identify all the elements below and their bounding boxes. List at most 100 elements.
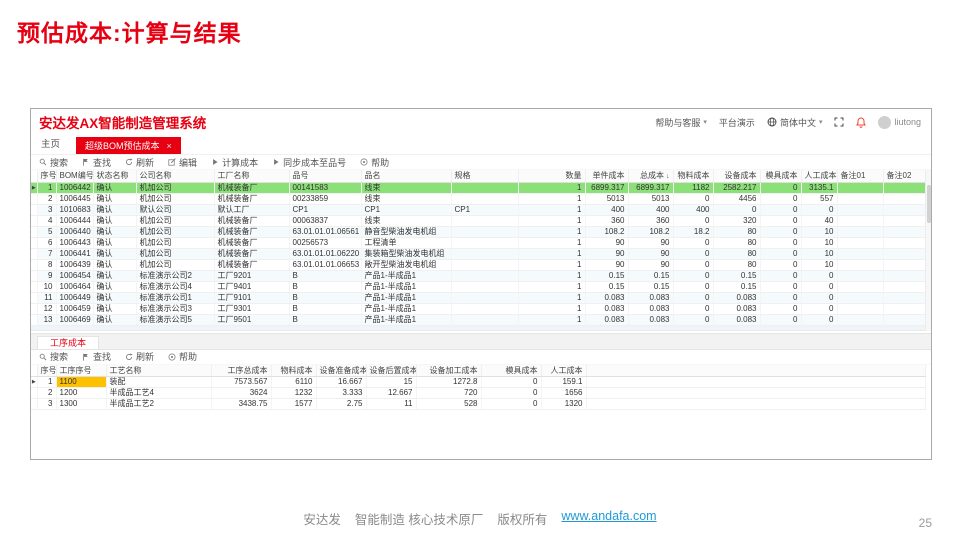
table-row[interactable]: 21006445确认机加公司机械装备厂00233859线束15013501304… [31,193,925,204]
cell[interactable] [883,204,925,215]
cell[interactable] [451,237,518,248]
cell[interactable]: 1010683 [56,204,93,215]
cell[interactable]: 63.01.01.01.06220 [289,248,361,259]
fullscreen-button[interactable] [834,117,844,127]
column-header[interactable]: 规格 [451,170,518,182]
cell[interactable]: 确认 [93,270,136,281]
cell[interactable]: 确认 [93,182,136,193]
cell[interactable]: 1 [518,292,585,303]
cell[interactable]: 0.083 [585,292,628,303]
cell[interactable]: 0.083 [713,292,760,303]
cell[interactable]: 400 [585,204,628,215]
cell[interactable]: 0 [760,281,801,292]
platform-demo-link[interactable]: 平台演示 [719,116,755,129]
cell[interactable]: 敞开型柴油发电机组 [361,259,451,270]
cell[interactable]: 1006442 [56,182,93,193]
cell[interactable]: 90 [628,259,673,270]
cell[interactable]: 0 [760,182,801,193]
cell[interactable]: 9 [37,270,56,281]
vertical-scrollbar[interactable] [925,170,931,331]
column-header[interactable]: 模具成本 [481,365,541,377]
cell[interactable] [451,281,518,292]
cell[interactable]: 工厂9401 [214,281,289,292]
table-row[interactable]: 31010683确认默认公司默认工厂CP1CP1CP11400400400000 [31,204,925,215]
cell[interactable]: 11 [37,292,56,303]
cell[interactable]: 1006449 [56,292,93,303]
cell[interactable]: 18.2 [673,226,713,237]
column-header[interactable]: 总成本 ↓ [628,170,673,182]
cell[interactable]: 0.15 [713,270,760,281]
cell[interactable]: 10 [801,259,837,270]
cell[interactable]: 1006459 [56,303,93,314]
cell[interactable]: 7573.567 [211,377,271,388]
cell[interactable]: 40 [801,215,837,226]
column-header[interactable]: 品名 [361,170,451,182]
cell[interactable] [451,303,518,314]
toolbar-button[interactable]: 刷新 [125,156,154,169]
cell[interactable]: 1 [37,377,56,388]
cell[interactable]: 10 [801,237,837,248]
cell[interactable]: 确认 [93,215,136,226]
cell[interactable]: 00233859 [289,193,361,204]
cell[interactable]: 720 [416,388,481,399]
cell[interactable]: 1 [518,226,585,237]
cell[interactable]: 确认 [93,292,136,303]
cell[interactable] [837,292,883,303]
cell[interactable]: 1006444 [56,215,93,226]
cell[interactable] [837,303,883,314]
table-row[interactable]: ▶11100装配7573.567611016.667151272.80159.1 [31,377,925,388]
column-header[interactable]: 设备准备成本 [316,365,366,377]
cell[interactable]: 0.15 [628,281,673,292]
column-header[interactable]: 物料成本 [673,170,713,182]
cell[interactable]: 0 [760,237,801,248]
help-menu[interactable]: 帮助与客服 ▾ [655,116,707,129]
cell[interactable]: B [289,270,361,281]
column-header[interactable]: 序号 [37,170,56,182]
cell[interactable]: 确认 [93,303,136,314]
toolbar-button[interactable]: 帮助 [360,156,389,169]
cell[interactable]: 3 [37,204,56,215]
cell[interactable]: 0 [801,314,837,325]
cell[interactable]: 机加公司 [136,193,214,204]
cell[interactable]: 1006445 [56,193,93,204]
close-icon[interactable]: × [167,141,172,151]
cell[interactable] [837,226,883,237]
cell[interactable]: 159.1 [541,377,586,388]
column-header[interactable]: 品号 [289,170,361,182]
cell[interactable]: 80 [713,248,760,259]
cell[interactable]: 0.15 [585,281,628,292]
cell[interactable]: CP1 [289,204,361,215]
cell[interactable]: 产品1-半成品1 [361,303,451,314]
cell[interactable]: 0.083 [713,314,760,325]
cell[interactable]: 0.083 [628,314,673,325]
cell[interactable]: 0.15 [628,270,673,281]
toolbar-button[interactable]: 同步成本至品号 [272,156,346,169]
cell[interactable]: 80 [713,237,760,248]
cell[interactable]: 2 [37,193,56,204]
cell[interactable]: 557 [801,193,837,204]
cell[interactable]: 机加公司 [136,248,214,259]
cell[interactable]: 机械装备厂 [214,226,289,237]
cell[interactable]: 1006443 [56,237,93,248]
cell[interactable]: 8 [37,259,56,270]
table-row[interactable]: 131006469确认标准演示公司5工厂9501B产品1-半成品110.0830… [31,314,925,325]
cell[interactable]: 0 [673,270,713,281]
column-header[interactable]: BOM编号 [56,170,93,182]
column-header[interactable]: 状态名称 [93,170,136,182]
cell[interactable]: 3.333 [316,388,366,399]
cell[interactable]: 4 [37,215,56,226]
cell[interactable]: 2582.217 [713,182,760,193]
cell[interactable]: 产品1-半成品1 [361,292,451,303]
cell[interactable]: 3438.75 [211,399,271,410]
cell[interactable]: 6 [37,237,56,248]
cell[interactable]: 3624 [211,388,271,399]
cell[interactable]: 0 [760,193,801,204]
cell[interactable]: 0 [760,314,801,325]
column-header[interactable]: 设备成本 [713,170,760,182]
cell[interactable]: 16.667 [316,377,366,388]
cell[interactable]: 工厂9101 [214,292,289,303]
cell[interactable]: 1182 [673,182,713,193]
cell[interactable]: 机械装备厂 [214,215,289,226]
cell[interactable]: 0 [801,270,837,281]
cell[interactable]: B [289,314,361,325]
